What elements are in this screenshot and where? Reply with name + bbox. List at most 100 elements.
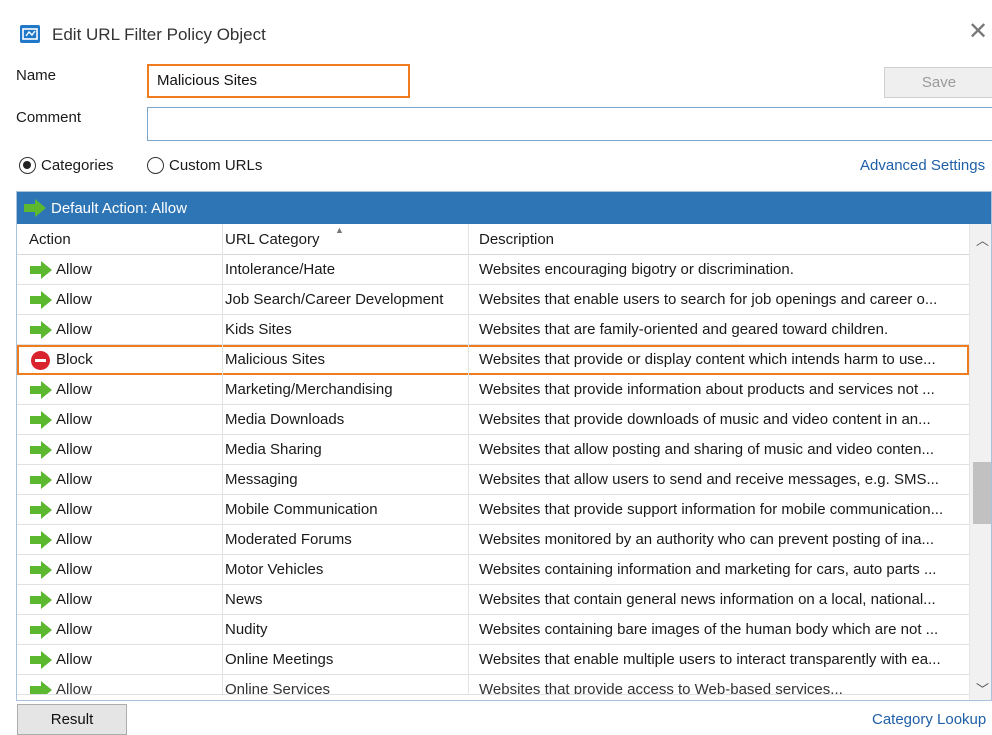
categories-radio[interactable]: Categories bbox=[19, 157, 114, 174]
action-cell[interactable]: Allow bbox=[17, 525, 223, 555]
table-row[interactable]: Allow Motor Vehicles Websites containing i… bbox=[17, 555, 969, 585]
action-cell[interactable]: Allow bbox=[17, 375, 223, 405]
green-arrow-right-icon bbox=[30, 531, 52, 549]
url-category-cell: News bbox=[223, 585, 469, 615]
action-cell[interactable]: Allow bbox=[17, 465, 223, 495]
table-row[interactable]: Allow Intolerance/Hate Websites encouragin… bbox=[17, 255, 969, 285]
vertical-scrollbar[interactable]: ︿ ﹀ bbox=[969, 224, 991, 700]
table-row[interactable]: Allow Marketing/Merchandising Websites tha… bbox=[17, 375, 969, 405]
description-cell: Websites that allow users to send and re… bbox=[479, 471, 939, 488]
action-label: Allow bbox=[56, 681, 92, 695]
url-category-cell: Messaging bbox=[223, 465, 469, 495]
action-label: Allow bbox=[56, 531, 92, 548]
comment-label: Comment bbox=[16, 109, 82, 126]
table-row[interactable]: Allow Online Meetings Websites that enable… bbox=[17, 645, 969, 675]
table-row[interactable]: Allow Nudity Websites containing bare imag… bbox=[17, 615, 969, 645]
name-input[interactable]: Malicious Sites bbox=[147, 64, 410, 98]
action-cell[interactable]: Allow bbox=[17, 555, 223, 585]
action-cell[interactable]: Allow bbox=[17, 405, 223, 435]
column-header-url-category[interactable]: URL Category bbox=[223, 224, 469, 255]
green-arrow-right-icon bbox=[30, 321, 52, 339]
url-category-cell: Online Services bbox=[223, 675, 469, 694]
green-arrow-right-icon bbox=[30, 591, 52, 609]
green-arrow-right-icon bbox=[30, 291, 52, 309]
table-row[interactable]: Allow News Websites that contain general n… bbox=[17, 585, 969, 615]
table-row[interactable]: Allow Kids Sites Websites that are family-… bbox=[17, 315, 969, 345]
default-action-bar[interactable]: Default Action: Allow bbox=[17, 192, 991, 224]
url-category-cell: Online Meetings bbox=[223, 645, 469, 675]
action-label: Allow bbox=[56, 291, 92, 308]
action-label: Allow bbox=[56, 591, 92, 608]
action-label: Allow bbox=[56, 651, 92, 668]
comment-input[interactable] bbox=[147, 107, 992, 141]
action-label: Allow bbox=[56, 411, 92, 428]
url-category-cell: Motor Vehicles bbox=[223, 555, 469, 585]
green-arrow-right-icon bbox=[30, 411, 52, 429]
action-cell[interactable]: Allow bbox=[17, 675, 223, 695]
action-cell[interactable]: Allow bbox=[17, 495, 223, 525]
action-label: Allow bbox=[56, 441, 92, 458]
action-label: Allow bbox=[56, 501, 92, 518]
table-row[interactable]: Allow Job Search/Career Development Websit… bbox=[17, 285, 969, 315]
description-cell: Websites that enable users to search for… bbox=[479, 291, 938, 308]
categories-radio-label: Categories bbox=[41, 157, 114, 174]
description-cell: Websites encouraging bigotry or discrimi… bbox=[479, 261, 794, 278]
grid-header: Action URL Category ▲ Description bbox=[17, 224, 991, 255]
green-arrow-right-icon bbox=[30, 471, 52, 489]
table-row[interactable]: Allow Online Services Websites that provid… bbox=[17, 675, 969, 695]
scroll-up-icon[interactable]: ︿ bbox=[976, 230, 989, 249]
description-cell: Websites that allow posting and sharing … bbox=[479, 441, 934, 458]
action-cell[interactable]: Allow bbox=[17, 285, 223, 315]
action-cell[interactable]: Allow bbox=[17, 615, 223, 645]
action-label: Allow bbox=[56, 621, 92, 638]
description-cell: Websites containing information and mark… bbox=[479, 561, 937, 578]
table-row[interactable]: Block Malicious Sites Websites that provid… bbox=[17, 345, 969, 375]
url-category-cell: Marketing/Merchandising bbox=[223, 375, 469, 405]
action-cell[interactable]: Block bbox=[17, 345, 223, 375]
action-cell[interactable]: Allow bbox=[17, 255, 223, 285]
green-arrow-right-icon bbox=[30, 501, 52, 519]
url-category-cell: Intolerance/Hate bbox=[223, 255, 469, 285]
url-category-cell: Nudity bbox=[223, 615, 469, 645]
action-cell[interactable]: Allow bbox=[17, 315, 223, 345]
categories-radio-circle[interactable] bbox=[19, 157, 36, 174]
save-button[interactable]: Save bbox=[884, 67, 992, 98]
description-cell: Websites that provide downloads of music… bbox=[479, 411, 931, 428]
action-label: Block bbox=[56, 351, 93, 368]
green-arrow-right-icon bbox=[30, 561, 52, 579]
table-row[interactable]: Allow Media Downloads Websites that provid… bbox=[17, 405, 969, 435]
description-cell: Websites that provide information about … bbox=[479, 381, 935, 398]
action-label: Allow bbox=[56, 321, 92, 338]
custom-urls-radio[interactable]: Custom URLs bbox=[147, 157, 262, 174]
table-row[interactable]: Allow Moderated Forums Websites monitored … bbox=[17, 525, 969, 555]
url-category-cell: Mobile Communication bbox=[223, 495, 469, 525]
advanced-settings-link[interactable]: Advanced Settings bbox=[860, 157, 985, 174]
description-cell: Websites that contain general news infor… bbox=[479, 591, 936, 608]
result-button[interactable]: Result bbox=[17, 704, 127, 735]
url-category-cell: Media Sharing bbox=[223, 435, 469, 465]
url-category-cell: Moderated Forums bbox=[223, 525, 469, 555]
action-label: Allow bbox=[56, 381, 92, 398]
url-category-cell: Kids Sites bbox=[223, 315, 469, 345]
action-cell[interactable]: Allow bbox=[17, 645, 223, 675]
green-arrow-right-icon bbox=[30, 381, 52, 399]
action-cell[interactable]: Allow bbox=[17, 435, 223, 465]
green-arrow-right-icon bbox=[24, 199, 46, 217]
close-icon[interactable]: ✕ bbox=[968, 20, 988, 44]
url-category-cell: Job Search/Career Development bbox=[223, 285, 469, 315]
column-header-action[interactable]: Action bbox=[17, 224, 223, 255]
app-window-icon bbox=[20, 25, 40, 43]
description-cell: Websites containing bare images of the h… bbox=[479, 621, 939, 638]
scrollbar-thumb[interactable] bbox=[973, 462, 991, 524]
action-label: Allow bbox=[56, 561, 92, 578]
action-cell[interactable]: Allow bbox=[17, 585, 223, 615]
custom-urls-radio-circle[interactable] bbox=[147, 157, 164, 174]
table-row[interactable]: Allow Mobile Communication Websites that p… bbox=[17, 495, 969, 525]
table-row[interactable]: Allow Messaging Websites that allow users … bbox=[17, 465, 969, 495]
table-row[interactable]: Allow Media Sharing Websites that allow po… bbox=[17, 435, 969, 465]
category-lookup-link[interactable]: Category Lookup bbox=[872, 711, 986, 728]
column-header-description[interactable]: Description bbox=[469, 224, 969, 255]
scroll-down-icon[interactable]: ﹀ bbox=[976, 679, 989, 698]
description-cell: Websites monitored by an authority who c… bbox=[479, 531, 934, 548]
green-arrow-right-icon bbox=[30, 681, 52, 694]
